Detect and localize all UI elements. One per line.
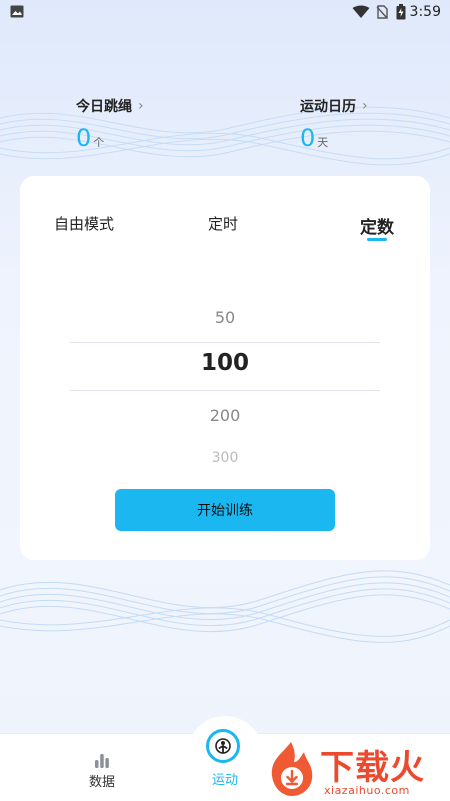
- picker-divider: [70, 390, 380, 391]
- start-training-button[interactable]: 开始训练: [115, 489, 335, 531]
- active-tab-indicator: [367, 238, 387, 241]
- sport-calendar-title: 运动日历: [300, 99, 356, 115]
- chevron-right-icon: ›: [138, 98, 144, 114]
- battery-charging-icon: [396, 4, 406, 20]
- today-jumps-stat[interactable]: 今日跳绳 › 0 个: [76, 96, 144, 152]
- today-jumps-value: 0: [76, 124, 92, 152]
- picker-option[interactable]: 200: [70, 406, 380, 425]
- wifi-icon: [352, 5, 370, 18]
- picker-option[interactable]: 300: [70, 450, 380, 464]
- picker-selected-option[interactable]: 100: [70, 350, 380, 376]
- picker-option[interactable]: 50: [70, 308, 380, 327]
- sport-calendar-stat[interactable]: 运动日历 › 0 天: [300, 96, 368, 152]
- sport-calendar-unit: 天: [317, 136, 329, 149]
- watermark-url: xiazaihuo.com: [324, 784, 410, 797]
- person-target-icon: [206, 729, 240, 763]
- sport-calendar-value: 0: [300, 124, 316, 152]
- status-time: 3:59: [409, 4, 441, 20]
- watermark-text: 下载火: [320, 748, 425, 788]
- flame-download-icon: [271, 742, 313, 796]
- tab-count-label: 定数: [360, 218, 394, 238]
- today-jumps-title: 今日跳绳: [76, 99, 132, 115]
- tab-timer[interactable]: 定时: [208, 213, 238, 234]
- today-jumps-unit: 个: [93, 136, 105, 149]
- watermark-logo: 下载火 xiazaihuo.com: [262, 740, 447, 798]
- chevron-right-icon: ›: [362, 98, 368, 114]
- image-icon: [10, 5, 24, 18]
- tab-free-mode[interactable]: 自由模式: [54, 213, 114, 234]
- picker-divider: [70, 342, 380, 343]
- training-card: 自由模式 定时 定数 50 100 200 300 开始训练: [20, 176, 430, 560]
- nav-label-sport: 运动: [211, 773, 238, 788]
- no-sim-icon: [376, 5, 388, 19]
- tab-count[interactable]: 定数: [360, 213, 394, 241]
- status-bar: 3:59: [0, 0, 450, 26]
- count-picker[interactable]: 50 100 200 300: [70, 296, 380, 476]
